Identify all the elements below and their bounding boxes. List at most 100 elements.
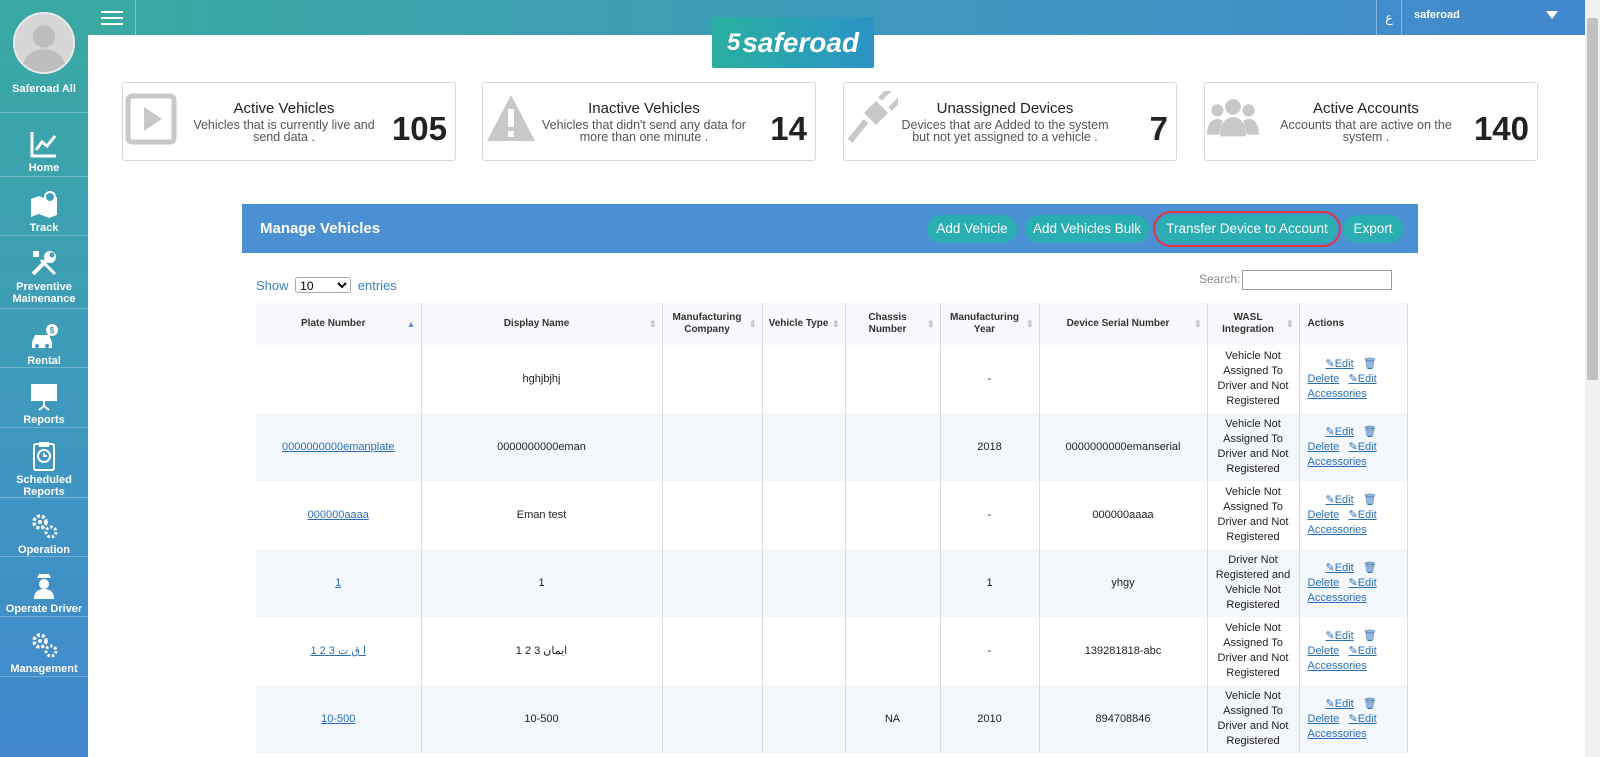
logo-text: saferoad: [742, 26, 860, 58]
plate-link[interactable]: 0000000000emanplate: [282, 441, 395, 453]
play-icon: [125, 91, 177, 147]
stat-value: 14: [770, 110, 807, 147]
menu-toggle-button[interactable]: [88, 0, 136, 35]
trash-icon[interactable]: 🗑: [1363, 630, 1377, 642]
plate-link[interactable]: 1: [335, 577, 341, 589]
plug-icon: [846, 87, 902, 147]
delete-link[interactable]: Delete: [1308, 713, 1340, 725]
sidebar-item-track[interactable]: Track: [0, 189, 88, 234]
page-size-control: Show 10 entries: [256, 277, 397, 293]
sidebar-item-rental[interactable]: $ Rental: [0, 322, 88, 367]
sidebar-item-preventive-maintenance[interactable]: Preventive Mainenance: [0, 248, 88, 305]
cell-wasl: Vehicle Not Assigned To Driver and Not R…: [1207, 345, 1300, 413]
trash-icon[interactable]: 🗑: [1363, 494, 1377, 506]
cell-wasl: Vehicle Not Assigned To Driver and Not R…: [1207, 617, 1300, 685]
column-header-display-name[interactable]: Display Name ⇕: [421, 303, 663, 345]
cell-type: [762, 549, 846, 617]
edit-link[interactable]: ✎Edit: [1326, 494, 1354, 506]
edit-link[interactable]: ✎Edit: [1326, 698, 1354, 710]
cell-company: [662, 481, 763, 549]
column-header-device-serial-number[interactable]: Device Serial Number ⇕: [1039, 303, 1208, 345]
cell-company: [662, 685, 763, 753]
plate-link[interactable]: 000000aaaa: [308, 509, 369, 521]
column-header-vehicle-type[interactable]: Vehicle Type ⇕: [762, 303, 846, 345]
cell-chassis: NA: [845, 685, 941, 753]
account-dropdown[interactable]: saferoad: [1406, 0, 1566, 35]
sidebar-item-reports[interactable]: Reports: [0, 381, 88, 426]
cell-chassis: [845, 617, 941, 685]
table-row: hghjbjhj - Vehicle Not Assigned To Drive…: [256, 345, 1408, 413]
stat-card-inactive-vehicles: Inactive Vehicles Vehicles that didn't s…: [482, 82, 816, 161]
add-vehicles-bulk-button[interactable]: Add Vehicles Bulk: [1025, 215, 1149, 243]
sidebar-item-operation[interactable]: Operation: [0, 511, 88, 556]
sidebar-item-label: Home: [28, 162, 60, 174]
table-row: 1 1 1 yhgy Driver Not Registered and Veh…: [256, 549, 1408, 617]
column-header-manufacturing-company[interactable]: Manufacturing Company ⇕: [662, 303, 763, 345]
sidebar-divider: [0, 235, 88, 236]
export-button[interactable]: Export: [1343, 215, 1403, 243]
delete-link[interactable]: Delete: [1308, 645, 1340, 657]
vehicles-table: Plate Number ▲ Display Name ⇕ Manufacturin…: [256, 303, 1408, 753]
add-vehicle-button[interactable]: Add Vehicle: [927, 215, 1017, 243]
gears-icon: [29, 511, 59, 541]
sidebar-item-label: Reports: [23, 414, 65, 426]
transfer-device-to-account-button[interactable]: Transfer Device to Account: [1153, 211, 1341, 247]
delete-link[interactable]: Delete: [1308, 373, 1340, 385]
trash-icon[interactable]: 🗑: [1363, 562, 1377, 574]
plate-link[interactable]: 1 2 3 ا ق ت: [310, 645, 366, 657]
cell-chassis: [845, 549, 941, 617]
edit-icon: ✎: [1325, 561, 1335, 574]
trash-icon[interactable]: 🗑: [1363, 358, 1377, 370]
sidebar-item-label: Preventive Mainenance: [12, 281, 76, 305]
column-header-plate-number[interactable]: Plate Number ▲: [256, 303, 422, 345]
column-header-actions: Actions: [1299, 303, 1408, 345]
plate-link[interactable]: 10-500: [321, 713, 355, 725]
cell-year: 2010: [940, 685, 1040, 753]
cell-type: [762, 685, 846, 753]
edit-link[interactable]: ✎Edit: [1326, 562, 1354, 574]
cell-actions: ✎Edit 🗑 Delete ✎Edit Accessories: [1299, 549, 1408, 617]
cell-year: -: [940, 617, 1040, 685]
search-input[interactable]: [1242, 270, 1393, 290]
delete-link[interactable]: Delete: [1308, 441, 1340, 453]
delete-link[interactable]: Delete: [1308, 577, 1340, 589]
edit-link[interactable]: ✎Edit: [1326, 426, 1354, 438]
svg-text:$: $: [50, 326, 55, 335]
column-header-manufacturing-year[interactable]: Manufacturing Year ⇕: [940, 303, 1040, 345]
sidebar-item-management[interactable]: Management: [0, 630, 88, 675]
scrollbar-thumb[interactable]: [1587, 18, 1598, 380]
cell-serial: 894708846: [1039, 685, 1208, 753]
language-toggle-button[interactable]: ع: [1376, 0, 1402, 35]
column-header-chassis-number[interactable]: Chassis Number ⇕: [845, 303, 941, 345]
sidebar-item-home[interactable]: Home: [0, 129, 88, 174]
sidebar-item-scheduled-reports[interactable]: Scheduled Reports: [0, 441, 88, 498]
delete-link[interactable]: Delete: [1308, 509, 1340, 521]
edit-link[interactable]: ✎Edit: [1326, 630, 1354, 642]
sort-icon: ⇕: [926, 319, 935, 329]
cell-plate: 1 2 3 ا ق ت: [256, 617, 422, 685]
edit-icon: ✎: [1348, 576, 1358, 589]
stat-card-active-vehicles: Active Vehicles Vehicles that is current…: [122, 82, 456, 161]
edit-link[interactable]: ✎Edit: [1326, 358, 1354, 370]
column-header-wasl-integration[interactable]: WASL Integration ⇕: [1207, 303, 1300, 345]
sidebar-item-label: Track: [29, 222, 59, 234]
search-label: Search:: [1199, 272, 1241, 287]
cell-wasl: Vehicle Not Assigned To Driver and Not R…: [1207, 685, 1300, 753]
table-row: 0000000000emanplate 0000000000eman 2018 …: [256, 413, 1408, 481]
gears-icon: [29, 630, 59, 660]
page-scrollbar[interactable]: [1585, 0, 1600, 757]
stat-value: 7: [1149, 110, 1168, 147]
trash-icon[interactable]: 🗑: [1363, 426, 1377, 438]
avatar[interactable]: [13, 12, 75, 74]
stat-card-unassigned-devices: Unassigned Devices Devices that are Adde…: [843, 82, 1177, 161]
cell-year: 1: [940, 549, 1040, 617]
cell-chassis: [845, 345, 941, 413]
show-label: Show: [256, 278, 289, 293]
page-size-select[interactable]: 10: [295, 277, 352, 293]
cell-type: [762, 345, 846, 413]
sidebar-item-operate-driver[interactable]: Operate Driver: [0, 570, 88, 615]
trash-icon[interactable]: 🗑: [1363, 698, 1377, 710]
sidebar-item-label: Operate Driver: [5, 603, 83, 615]
brand-logo: 5 saferoad: [712, 17, 874, 68]
sort-asc-icon: ▲: [406, 319, 416, 329]
